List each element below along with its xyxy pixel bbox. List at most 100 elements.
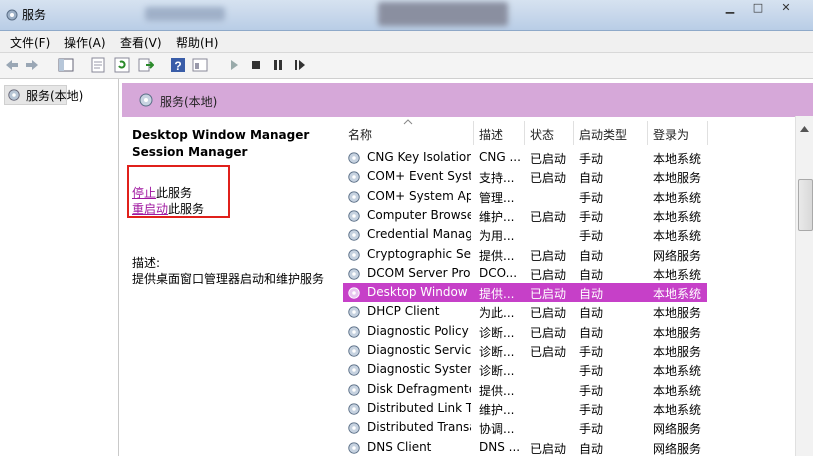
cell-logon: 本地服务 xyxy=(653,171,702,186)
service-gear-icon xyxy=(348,190,360,203)
service-gear-icon xyxy=(348,210,360,222)
column-status[interactable]: 状态 xyxy=(530,126,554,143)
cell-name: COM+ System Ap... xyxy=(367,188,471,203)
pause-icon[interactable] xyxy=(270,57,286,73)
cell-logon: 本地系统 xyxy=(653,209,702,224)
cell-name: DHCP Client xyxy=(367,304,440,319)
show-tree-icon[interactable] xyxy=(58,57,74,73)
cell-logon: 本地系统 xyxy=(653,383,702,398)
cell-desc: 提供... xyxy=(479,287,515,302)
refresh-icon[interactable] xyxy=(114,57,130,73)
menu-file[interactable]: 文件(F) xyxy=(10,34,50,51)
cell-status: 已启动 xyxy=(530,171,567,186)
tree-item-label: 服务(本地) xyxy=(26,89,84,103)
service-gear-icon xyxy=(348,306,360,319)
cell-name: CNG Key Isolation xyxy=(367,150,471,164)
cell-desc: DCO... xyxy=(479,265,518,280)
cell-startup: 自动 xyxy=(579,171,604,186)
cell-name: Disk Defragmenter xyxy=(367,381,471,396)
table-row[interactable]: Credential Manager 为用... 手动 本地系统 xyxy=(343,225,795,244)
cell-name: Computer Browser xyxy=(367,207,471,222)
table-row[interactable]: Computer Browser 维护... 已启动 手动 本地系统 xyxy=(343,206,795,225)
stop-icon[interactable] xyxy=(248,57,264,73)
svg-text:?: ? xyxy=(174,59,181,73)
cell-desc: 维护... xyxy=(479,402,515,417)
vertical-scrollbar[interactable] xyxy=(795,116,813,456)
service-gear-icon xyxy=(348,152,360,164)
cell-logon: 本地服务 xyxy=(653,325,702,340)
tree-item-services-local[interactable]: 服务(本地) xyxy=(4,85,83,105)
table-row[interactable]: Distributed Transa... 协调... 手动 网络服务 xyxy=(343,418,795,437)
cell-desc: 诊断... xyxy=(479,345,515,359)
service-gear-icon xyxy=(348,171,360,183)
maximize-button[interactable]: □ xyxy=(744,0,772,18)
help-icon[interactable]: ? xyxy=(170,57,186,73)
cell-status: 已启动 xyxy=(530,306,567,321)
cell-logon: 本地服务 xyxy=(653,306,702,321)
table-row[interactable]: Diagnostic Policy ... 诊断... 已启动自动 本地服务 xyxy=(343,322,795,341)
table-row[interactable]: COM+ Event Syst... 支持... 已启动自动 本地服务 xyxy=(343,167,795,186)
column-description[interactable]: 描述 xyxy=(479,126,503,143)
cell-desc: 为此... xyxy=(479,306,515,321)
cell-startup: 自动 xyxy=(579,325,604,340)
cell-logon: 本地系统 xyxy=(653,152,702,166)
scroll-up-arrow-icon[interactable] xyxy=(800,126,809,132)
cell-startup: 自动 xyxy=(579,441,604,456)
cell-status: 已启动 xyxy=(530,209,567,224)
table-row[interactable]: COM+ System Ap... 管理... 手动 本地系统 xyxy=(343,187,795,206)
menu-view[interactable]: 查看(V) xyxy=(120,34,162,51)
column-logon-as[interactable]: 登录为 xyxy=(653,126,689,143)
properties-icon[interactable] xyxy=(90,57,106,73)
cell-logon: 本地系统 xyxy=(653,364,702,379)
table-row[interactable]: CNG Key Isolation CNG ... 已启动 手动 本地系统 xyxy=(343,148,795,167)
gear-icon xyxy=(8,89,20,101)
table-row[interactable]: Disk Defragmenter 提供... 手动 本地系统 xyxy=(343,380,795,399)
cell-name: DNS Client xyxy=(367,439,432,454)
cell-startup: 手动 xyxy=(579,152,604,166)
menu-action[interactable]: 操作(A) xyxy=(64,34,106,51)
table-row[interactable]: Desktop Window ... 提供... 已启动自动 本地系统 xyxy=(343,283,795,303)
cell-status: 已启动 xyxy=(530,325,567,340)
menu-help[interactable]: 帮助(H) xyxy=(176,34,218,51)
cell-startup: 自动 xyxy=(579,287,604,302)
table-row[interactable]: DCOM Server Pro... DCO... 已启动 自动 本地系统 xyxy=(343,264,795,283)
table-row[interactable]: Distributed Link Tr... 维护... 手动 本地系统 xyxy=(343,399,795,418)
cell-status: 已启动 xyxy=(530,267,567,282)
cell-desc: 提供... xyxy=(479,248,515,263)
table-row[interactable]: Diagnostic Service... 诊断... 已启动手动 本地服务 xyxy=(343,341,795,360)
table-row[interactable]: Diagnostic System... 诊断... 手动 本地系统 xyxy=(343,360,795,379)
column-startup-type[interactable]: 启动类型 xyxy=(579,126,627,143)
cell-logon: 本地系统 xyxy=(653,229,702,244)
cell-name: DCOM Server Pro... xyxy=(367,265,471,280)
cell-startup: 手动 xyxy=(579,422,604,437)
toolbar: ? xyxy=(0,53,813,79)
start-icon[interactable] xyxy=(226,57,242,73)
cell-desc: CNG ... xyxy=(479,150,521,164)
minimize-button[interactable]: ▁ xyxy=(716,0,744,18)
cell-status: 已启动 xyxy=(530,287,567,302)
services-gear-icon xyxy=(6,9,18,21)
service-gear-icon xyxy=(348,248,360,261)
table-row[interactable]: DHCP Client 为此... 已启动 自动 本地服务 xyxy=(343,302,795,321)
panel-title: 服务(本地) xyxy=(160,95,218,109)
cell-logon: 网络服务 xyxy=(653,248,702,263)
cell-startup: 自动 xyxy=(579,306,604,321)
restart-icon[interactable] xyxy=(292,57,308,73)
scroll-thumb[interactable] xyxy=(798,179,813,231)
forward-arrow-icon[interactable] xyxy=(24,57,40,73)
window-title: 服务 xyxy=(22,8,47,22)
close-button[interactable]: ✕ xyxy=(772,0,800,18)
column-name[interactable]: 名称 xyxy=(348,126,372,143)
table-row[interactable]: Cryptographic Ser... 提供... 已启动自动 网络服务 xyxy=(343,245,795,264)
cell-name: Distributed Transa... xyxy=(367,420,471,435)
service-gear-icon xyxy=(348,403,360,415)
table-row[interactable]: DNS Client DNS ... 已启动 自动 网络服务 xyxy=(343,438,795,456)
export-icon[interactable] xyxy=(138,57,154,73)
cell-name: COM+ Event Syst... xyxy=(367,169,471,184)
console-icon[interactable] xyxy=(192,57,208,73)
gear-icon xyxy=(139,93,153,107)
cell-startup: 手动 xyxy=(579,364,604,379)
back-arrow-icon[interactable] xyxy=(4,57,20,73)
cell-desc: 为用... xyxy=(479,229,515,244)
cell-logon: 网络服务 xyxy=(653,441,702,456)
